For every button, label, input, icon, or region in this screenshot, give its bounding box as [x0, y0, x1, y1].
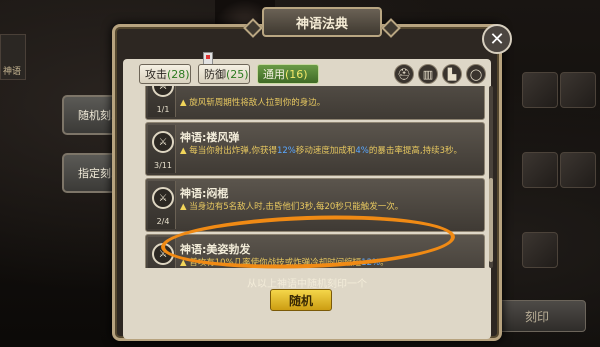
entry-name: 神语:闷棍 [180, 187, 229, 200]
entry-icon-box: ⚔ 3/11 [148, 125, 176, 173]
tab-defense[interactable]: 防御 (25) [198, 64, 250, 84]
entry-desc-text: 每当你射出炸弹,你获得 [189, 146, 277, 156]
window-title: 神语法典 [262, 7, 382, 37]
entry-desc-text: 移动速度加成和 [295, 146, 356, 156]
entry-desc: ▲ 每当你射出炸弹,你获得12%移动速度加成和4%的暴击率提高,持续3秒。 [180, 146, 462, 156]
tab-label: 攻击 [145, 68, 167, 81]
tab-label: 通用 [263, 68, 285, 81]
background-item-slot [522, 72, 558, 108]
tab-label: 防御 [204, 68, 226, 81]
list-item[interactable]: ⚔ 3/11 神语:褛风弹 ▲ 每当你射出炸弹,你获得12%移动速度加成和4%的… [145, 122, 485, 176]
armor-icon[interactable]: ▥ [418, 64, 438, 84]
rune-icon: ⚔ [152, 131, 174, 153]
list-item[interactable]: ⚔ 1/1 ▲ 旋风斩周期性将敌人拉到你的身边。 [145, 86, 485, 120]
background-slot-label: 神语 [3, 67, 22, 77]
background-slot: 神语 [0, 34, 26, 80]
tab-count: (16) [285, 67, 308, 81]
ring-icon[interactable]: ◯ [466, 64, 486, 84]
entry-level: 1/1 [156, 105, 170, 114]
rune-icon: ⚔ [152, 187, 174, 209]
tab-count: (25) [226, 67, 249, 81]
entry-name: 神语:褛风弹 [180, 131, 240, 144]
entry-desc-highlight: 4% [355, 146, 369, 156]
entry-level: 2/4 [156, 217, 170, 226]
engrave-button[interactable]: 刻印 [488, 300, 586, 332]
random-button[interactable]: 随机 [270, 289, 332, 311]
rune-icon: ⚔ [152, 86, 174, 97]
window-title-text: 神语法典 [295, 16, 348, 32]
helmet-icon[interactable]: ⛑ [394, 64, 414, 84]
entry-icon-box: ⚔ 2/4 [148, 181, 176, 229]
background-item-slot [522, 152, 558, 188]
entry-desc-highlight: 12% [276, 146, 296, 156]
footer-note: 从以上神语中随机刻印一个 [247, 279, 367, 290]
tab-attack[interactable]: 攻击 (28) [139, 64, 191, 84]
entry-desc: ▲ 旋风斩周期性将敌人拉到你的身边。 [180, 98, 326, 108]
entry-desc-text: 当身边有5名敌人时,击昏他们3秒,每20秒只能触发一次。 [189, 202, 404, 212]
entry-level: 3/11 [154, 161, 172, 170]
tab-count: (28) [167, 67, 190, 81]
scrollbar[interactable] [489, 86, 493, 268]
close-button[interactable]: ✕ [482, 24, 512, 54]
scrollbar-thumb[interactable] [489, 178, 493, 262]
background-item-slot [560, 152, 596, 188]
boot-icon[interactable]: ▙ [442, 64, 462, 84]
entry-icon-box: ⚔ 1/1 [148, 86, 176, 117]
entry-desc-text: 旋风斩周期性将敌人拉到你的身边。 [189, 98, 326, 108]
close-icon: ✕ [489, 28, 505, 50]
entry-desc: ▲ 当身边有5名敌人时,击昏他们3秒,每20秒只能触发一次。 [180, 202, 404, 212]
tab-general[interactable]: 通用 (16) [257, 64, 319, 84]
entry-desc-text: 的暴击率提高,持续3秒。 [368, 146, 462, 156]
background-item-slot [560, 72, 596, 108]
background-item-slot [522, 232, 558, 268]
